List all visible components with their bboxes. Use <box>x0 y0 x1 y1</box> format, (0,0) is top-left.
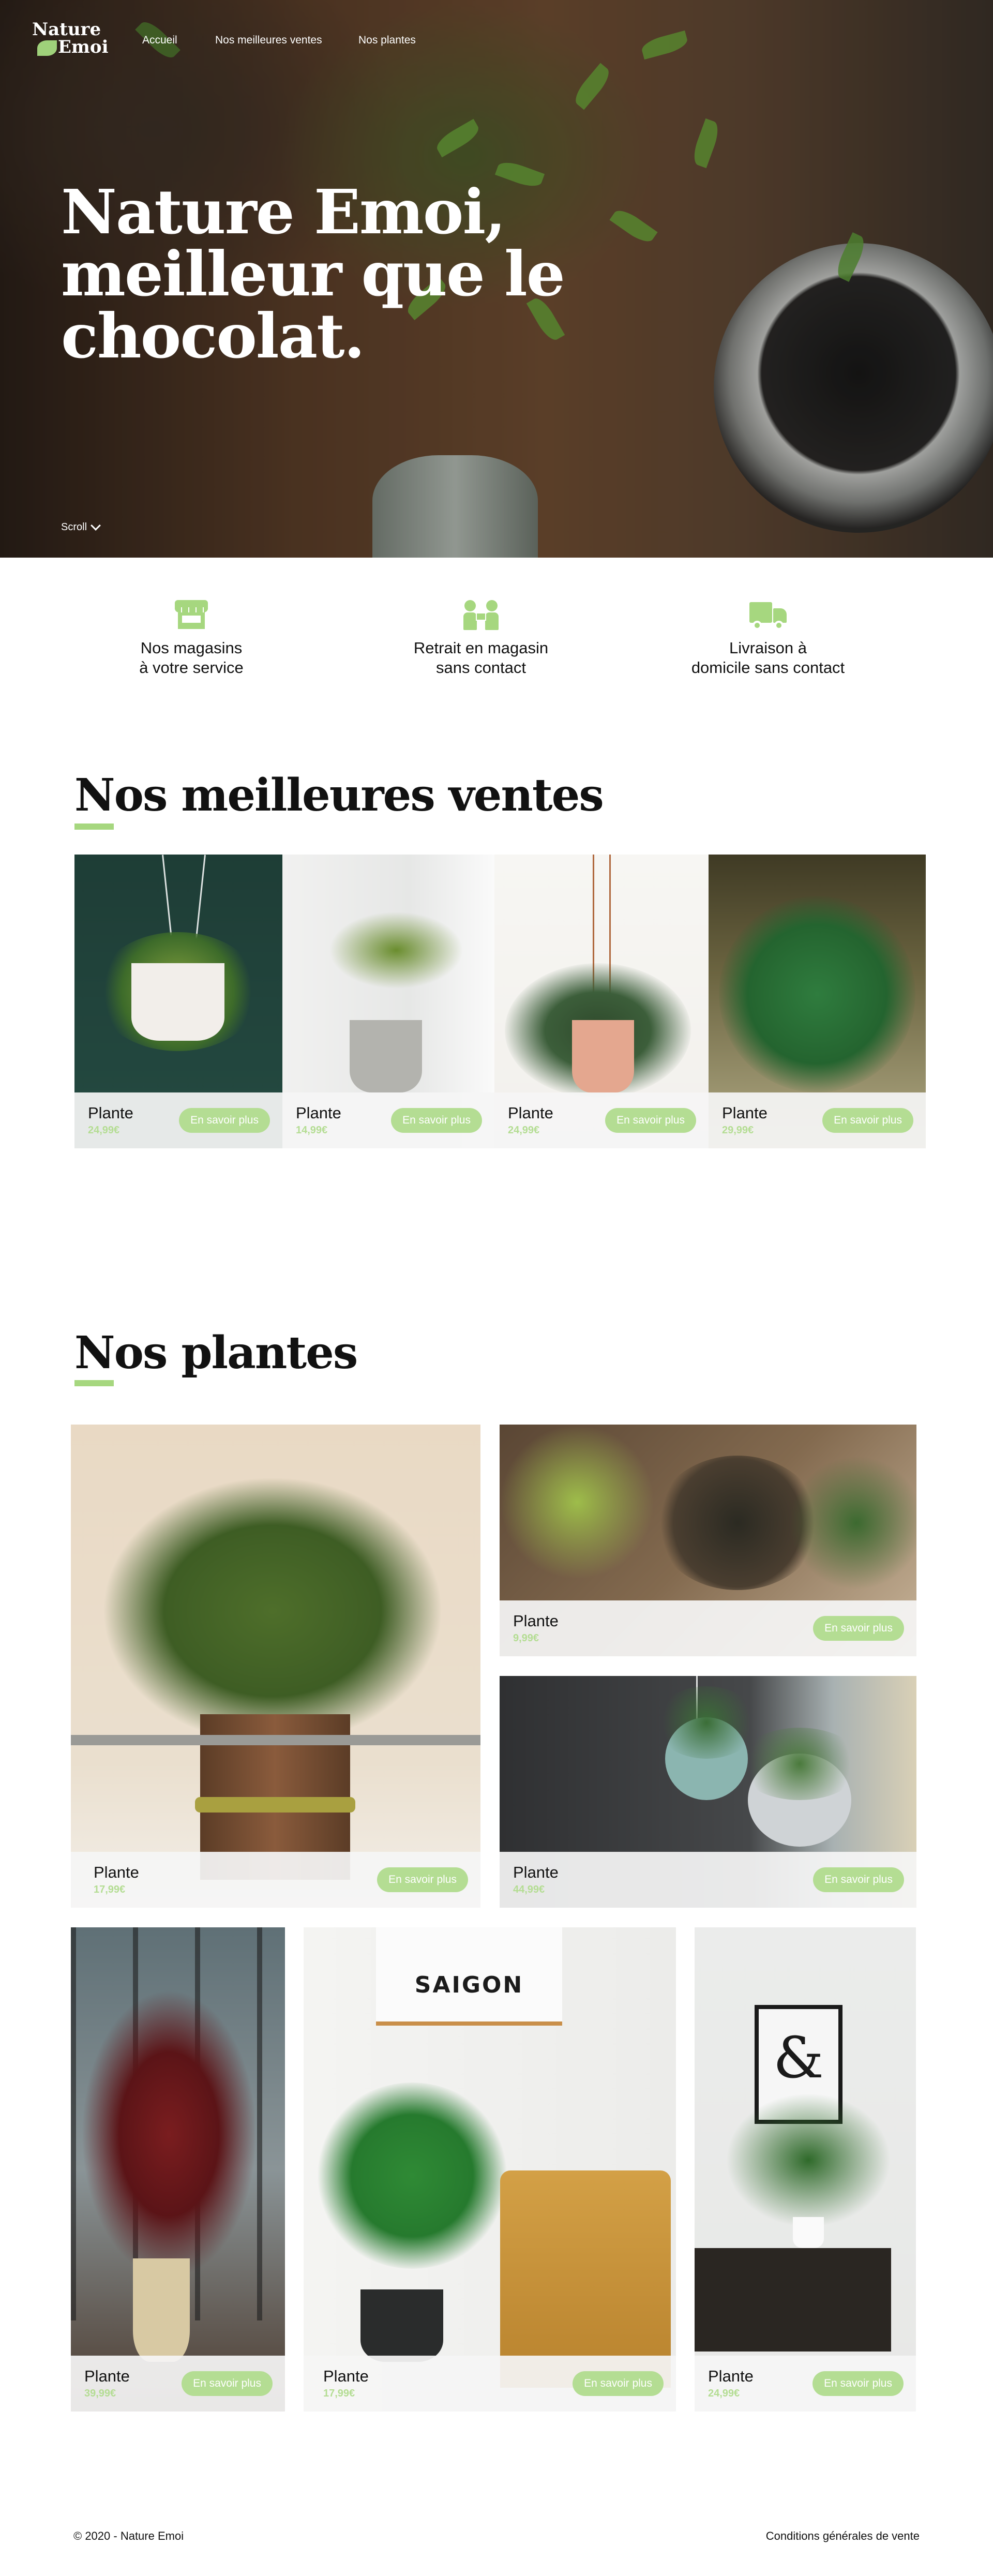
scroll-button[interactable]: Scroll <box>61 520 101 533</box>
card-name: Plante <box>84 2367 130 2385</box>
bestseller-card[interactable]: Plante 24,99€ En savoir plus <box>74 855 282 1148</box>
nav-link-nos-plantes[interactable]: Nos plantes <box>358 34 416 47</box>
feature-label-line: Nos magasins <box>140 639 243 657</box>
plant-card[interactable]: Plante 39,99€ En savoir plus <box>71 1927 285 2412</box>
plant-photo <box>71 1927 285 2412</box>
hero-title: Nature Emoi, meilleur que le chocolat. <box>61 181 578 367</box>
learn-more-button[interactable]: En savoir plus <box>813 2371 904 2396</box>
truck-icon <box>749 600 787 630</box>
hero-title-line: chocolat. <box>61 300 365 372</box>
scroll-label: Scroll <box>61 521 87 533</box>
card-name: Plante <box>513 1863 559 1881</box>
card-info-bar: Plante 9,99€ En savoir plus <box>500 1600 916 1656</box>
learn-more-button[interactable]: En savoir plus <box>605 1108 696 1133</box>
card-info-bar: Plante 17,99€ En savoir plus <box>304 2356 676 2412</box>
card-name: Plante <box>94 1863 139 1881</box>
learn-more-button[interactable]: En savoir plus <box>822 1108 913 1133</box>
bestseller-card[interactable]: Plante 14,99€ En savoir plus <box>282 855 494 1148</box>
learn-more-button[interactable]: En savoir plus <box>573 2371 664 2396</box>
poster-text: SAIGON <box>414 1972 524 1998</box>
plant-card[interactable]: SAIGON Plante 17,99€ En savoir plus <box>304 1927 676 2412</box>
plant-card[interactable]: Plante 9,99€ En savoir plus <box>500 1425 916 1656</box>
hero-title-line: Nature Emoi, <box>61 176 506 248</box>
learn-more-button[interactable]: En savoir plus <box>377 1867 468 1892</box>
chevron-down-icon <box>91 520 101 531</box>
card-name: Plante <box>508 1104 553 1122</box>
learn-more-button[interactable]: En savoir plus <box>391 1108 482 1133</box>
feature-label-line: Retrait en magasin <box>413 639 549 657</box>
learn-more-button[interactable]: En savoir plus <box>179 1108 270 1133</box>
card-info-bar: Plante 17,99€ En savoir plus <box>71 1852 480 1908</box>
card-price: 14,99€ <box>296 1125 328 1136</box>
bestseller-card[interactable]: Plante 29,99€ En savoir plus <box>709 855 926 1148</box>
bestseller-card[interactable]: Plante 24,99€ En savoir plus <box>494 855 709 1148</box>
learn-more-button[interactable]: En savoir plus <box>813 1616 904 1641</box>
feature-stores: Nos magasins à votre service <box>72 600 310 678</box>
card-price: 24,99€ <box>508 1125 540 1136</box>
logo-text-line1: Nature <box>32 19 101 40</box>
plant-photo: SAIGON <box>304 1927 676 2412</box>
bestsellers-underline <box>74 823 114 830</box>
card-price: 24,99€ <box>88 1125 120 1136</box>
nav-link-meilleures-ventes[interactable]: Nos meilleures ventes <box>215 34 322 47</box>
feature-pickup: Retrait en magasin sans contact <box>362 600 600 678</box>
card-info-bar: Plante 29,99€ En savoir plus <box>709 1092 926 1148</box>
plant-card[interactable]: Plante 17,99€ En savoir plus <box>71 1425 480 1908</box>
card-info-bar: Plante 24,99€ En savoir plus <box>695 2356 916 2412</box>
card-name: Plante <box>513 1612 559 1630</box>
plant-card[interactable]: Plante 44,99€ En savoir plus <box>500 1676 916 1908</box>
logo[interactable]: Nature Emoi <box>32 21 110 62</box>
card-info-bar: Plante 14,99€ En savoir plus <box>282 1092 494 1148</box>
card-price: 9,99€ <box>513 1633 539 1644</box>
logo-text-line2: Emoi <box>58 37 109 57</box>
feature-label-line: Livraison à <box>729 639 807 657</box>
card-price: 24,99€ <box>708 2388 740 2399</box>
plant-card[interactable]: & Plante 24,99€ En savoir plus <box>695 1927 916 2412</box>
card-info-bar: Plante 24,99€ En savoir plus <box>494 1092 709 1148</box>
card-info-bar: Plante 39,99€ En savoir plus <box>71 2356 285 2412</box>
card-name: Plante <box>708 2367 754 2385</box>
poster-text: & <box>773 2025 824 2091</box>
footer-copyright: © 2020 - Nature Emoi <box>73 2529 184 2542</box>
card-price: 17,99€ <box>323 2388 355 2399</box>
card-name: Plante <box>722 1104 768 1122</box>
feature-label-line: à votre service <box>139 658 244 677</box>
card-price: 17,99€ <box>94 1884 126 1895</box>
card-price: 44,99€ <box>513 1884 545 1895</box>
nav-link-accueil[interactable]: Accueil <box>142 34 177 47</box>
feature-label-line: domicile sans contact <box>691 658 845 677</box>
footer-terms-link[interactable]: Conditions générales de vente <box>766 2529 920 2543</box>
card-name: Plante <box>323 2367 369 2385</box>
feature-label: Retrait en magasin sans contact <box>362 638 600 678</box>
feature-label: Livraison à domicile sans contact <box>649 638 887 678</box>
learn-more-button[interactable]: En savoir plus <box>813 1867 904 1892</box>
card-name: Plante <box>296 1104 341 1122</box>
card-info-bar: Plante 24,99€ En savoir plus <box>74 1092 282 1148</box>
card-price: 29,99€ <box>722 1125 754 1136</box>
hero-title-line: meilleur que le <box>61 238 565 310</box>
store-icon <box>173 600 210 630</box>
plants-title: Nos plantes <box>74 1327 358 1379</box>
bestsellers-title: Nos meilleures ventes <box>74 769 604 821</box>
card-name: Plante <box>88 1104 133 1122</box>
feature-label-line: sans contact <box>435 658 526 677</box>
card-info-bar: Plante 44,99€ En savoir plus <box>500 1852 916 1908</box>
people-delivery-icon <box>462 600 500 630</box>
hero-section: Nature Emoi Accueil Nos meilleures vente… <box>0 0 993 558</box>
saigon-poster: SAIGON <box>376 1927 562 2026</box>
feature-label: Nos magasins à votre service <box>72 638 310 678</box>
learn-more-button[interactable]: En savoir plus <box>182 2371 273 2396</box>
plants-underline <box>74 1380 114 1386</box>
leaf-logo-icon <box>37 40 57 56</box>
feature-delivery: Livraison à domicile sans contact <box>649 600 887 678</box>
plant-photo <box>71 1425 480 1908</box>
card-price: 39,99€ <box>84 2388 116 2399</box>
plant-photo: & <box>695 1927 916 2412</box>
